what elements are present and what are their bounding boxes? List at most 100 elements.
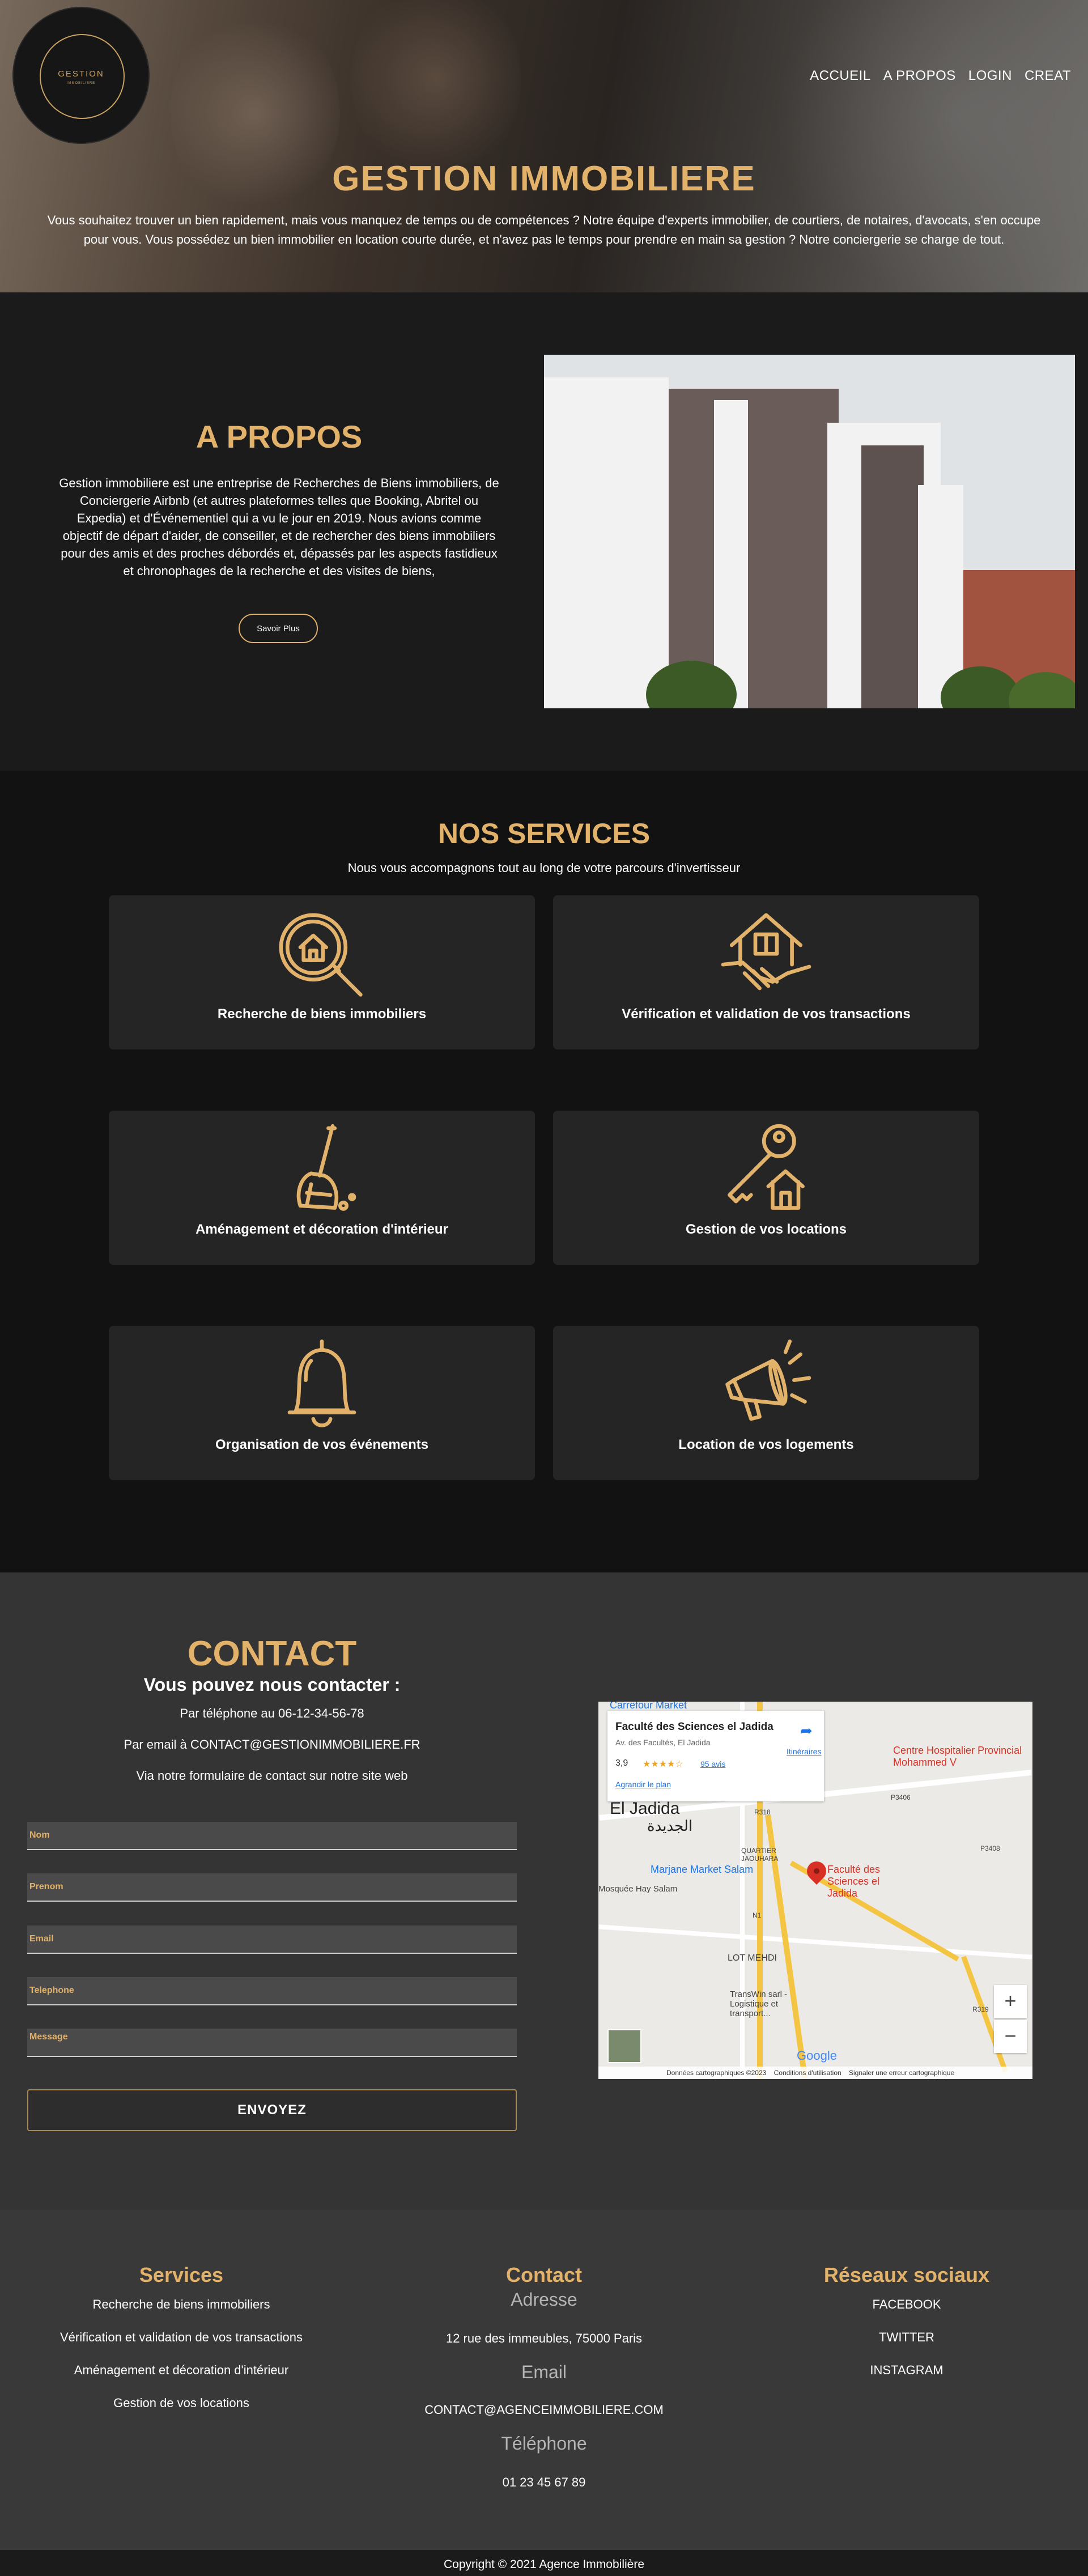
facebook-link[interactable]: FACEBOOK [725, 2297, 1088, 2312]
service-card[interactable]: Gestion de vos locations [553, 1111, 979, 1265]
map-stars-icon: ★★★★☆ [643, 1759, 683, 1769]
message-field[interactable] [27, 2029, 517, 2057]
service-card[interactable]: Location de vos logements [553, 1326, 979, 1480]
footer-phone: 01 23 45 67 89 [502, 2475, 586, 2489]
map-reviews-link[interactable]: 95 avis [700, 1759, 725, 1769]
twitter-link[interactable]: TWITTER [725, 2330, 1088, 2345]
map-satellite-thumbnail[interactable] [607, 2029, 641, 2063]
service-card[interactable]: Aménagement et décoration d'intérieur [109, 1111, 535, 1265]
contact-phone: Par téléphone au 06-12-34-56-78 [180, 1706, 364, 1720]
footer-address-label: Adresse [511, 2289, 577, 2310]
service-card[interactable]: Recherche de biens immobiliers [109, 895, 535, 1049]
building-image [544, 355, 1075, 708]
site-footer: Services Recherche de biens immobiliers … [0, 2210, 1088, 2550]
google-logo: Google [797, 2048, 837, 2063]
nav-accueil[interactable]: ACCUEIL [810, 68, 871, 84]
map-data-credit: Données cartographiques ©2023 [666, 2069, 767, 2077]
about-section: A PROPOS Gestion immobiliere est une ent… [0, 292, 1088, 771]
broom-icon [296, 1124, 356, 1211]
map-label: Carrefour Market [610, 1702, 687, 1711]
map-label: LOT MEHDI [728, 1953, 777, 1963]
map-directions-link[interactable]: Itinéraires [787, 1747, 821, 1756]
about-title: A PROPOS [196, 419, 363, 454]
map-rating: 3,9 [615, 1758, 628, 1768]
map-terms-link[interactable]: Conditions d'utilisation [774, 2069, 842, 2077]
map-label: QUARTIER JAOUHARA [741, 1847, 779, 1863]
map-place-address: Av. des Facultés, El Jadida [615, 1738, 711, 1747]
hero-title: GESTION IMMOBILIERE [332, 159, 756, 198]
footer-phone-label: Téléphone [501, 2433, 587, 2454]
google-map[interactable]: Carrefour Market Centre Hospitalier Prov… [598, 1702, 1032, 2079]
logo[interactable]: GESTION IMMOBILIERE [12, 7, 150, 144]
footer-services-title: Services [139, 2263, 224, 2286]
contact-form-note: Via notre formulaire de contact sur notr… [136, 1769, 408, 1783]
map-footer: Données cartographiques ©2023 Conditions… [598, 2067, 1032, 2079]
map-label: R318 [754, 1808, 771, 1816]
instagram-link[interactable]: INSTAGRAM [725, 2363, 1088, 2378]
map-label: TransWin sarl - Logistique et transport.… [730, 1990, 788, 2018]
services-title: NOS SERVICES [437, 818, 651, 849]
footer-contact-title: Contact [506, 2263, 582, 2286]
contact-title: CONTACT [187, 1634, 357, 1673]
logo-text: GESTION [58, 69, 104, 79]
footer-service-link[interactable]: Vérification et validation de vos transa… [0, 2330, 363, 2345]
footer-service-link[interactable]: Recherche de biens immobiliers [0, 2297, 363, 2312]
envoyez-button[interactable]: ENVOYEZ [27, 2089, 517, 2131]
main-nav: ACCUEIL A PROPOS LOGIN CREAT [810, 68, 1071, 84]
house-search-icon [279, 913, 363, 997]
house-key-icon [728, 1124, 805, 1210]
copyright-bar: Copyright © 2021 Agence Immobilière [0, 2550, 1088, 2576]
footer-email-label: Email [521, 2362, 567, 2382]
map-place-card: Faculté des Sciences el Jadida Av. des F… [607, 1711, 824, 1801]
map-label: N1 [753, 1911, 762, 1919]
prenom-field[interactable] [27, 1873, 517, 1902]
hero-text: Vous souhaitez trouver un bien rapidemen… [47, 213, 1041, 246]
contact-subtitle: Vous pouvez nous contacter : [143, 1674, 401, 1695]
contact-email: Par email à CONTACT@GESTIONIMMOBILIERE.F… [124, 1737, 420, 1752]
nav-login[interactable]: LOGIN [968, 68, 1012, 84]
footer-email[interactable]: CONTACT@AGENCEIMMOBILIERE.COM [363, 2403, 725, 2417]
footer-service-link[interactable]: Gestion de vos locations [0, 2396, 363, 2411]
handshake-house-icon [721, 913, 811, 991]
service-card[interactable]: Vérification et validation de vos transa… [553, 895, 979, 1049]
map-label: El Jadida [610, 1799, 680, 1818]
email-field[interactable] [27, 1925, 517, 1954]
nom-field[interactable] [27, 1822, 517, 1850]
footer-social-title: Réseaux sociaux [823, 2263, 990, 2286]
savoir-plus-button[interactable]: Savoir Plus [239, 614, 318, 643]
service-label: Vérification et validation de vos transa… [622, 1006, 911, 1022]
map-place-name: Faculté des Sciences el Jadida [615, 1721, 774, 1733]
map-label: الجديدة [647, 1817, 693, 1834]
hero-section: GESTION IMMOBILIERE ACCUEIL A PROPOS LOG… [0, 0, 1088, 292]
service-label: Location de vos logements [678, 1437, 854, 1452]
service-label: Aménagement et décoration d'intérieur [196, 1222, 448, 1237]
service-label: Gestion de vos locations [685, 1222, 847, 1237]
zoom-in-button[interactable]: + [994, 1985, 1027, 2018]
contact-section: CONTACT Vous pouvez nous contacter : Par… [0, 1572, 1088, 2210]
directions-icon[interactable]: ➦ [800, 1722, 813, 1740]
telephone-field[interactable] [27, 1977, 517, 2005]
footer-service-link[interactable]: Aménagement et décoration d'intérieur [0, 2363, 363, 2378]
map-label: Centre Hospitalier Provincial Mohammed V [893, 1745, 1022, 1768]
map-label: P3408 [980, 1844, 1000, 1852]
about-text: Gestion immobiliere est une entreprise d… [59, 476, 499, 578]
map-enlarge-link[interactable]: Agrandir le plan [615, 1780, 671, 1789]
footer-address: 12 rue des immeubles, 75000 Paris [445, 2331, 643, 2345]
map-report-link[interactable]: Signaler une erreur cartographique [849, 2069, 954, 2077]
zoom-out-button[interactable]: − [994, 2020, 1027, 2053]
service-label: Recherche de biens immobiliers [217, 1006, 427, 1022]
services-section: NOS SERVICES Nous vous accompagnons tout… [0, 771, 1088, 1572]
map-label: P3406 [891, 1793, 911, 1801]
map-label: R319 [972, 2005, 989, 2013]
map-label: Faculté des Sciences el Jadida [827, 1864, 881, 1899]
service-card[interactable]: Organisation de vos événements [109, 1326, 535, 1480]
map-label: Mosquée Hay Salam [598, 1884, 678, 1894]
nav-creat[interactable]: CREAT [1025, 68, 1071, 84]
service-label: Organisation de vos événements [215, 1437, 429, 1452]
megaphone-icon [725, 1339, 811, 1421]
logo-subtext: IMMOBILIERE [66, 82, 96, 85]
bell-icon [287, 1339, 356, 1427]
nav-a-propos[interactable]: A PROPOS [883, 68, 956, 84]
map-label: Marjane Market Salam [651, 1864, 754, 1875]
services-subtitle: Nous vous accompagnons tout au long de v… [347, 861, 741, 875]
